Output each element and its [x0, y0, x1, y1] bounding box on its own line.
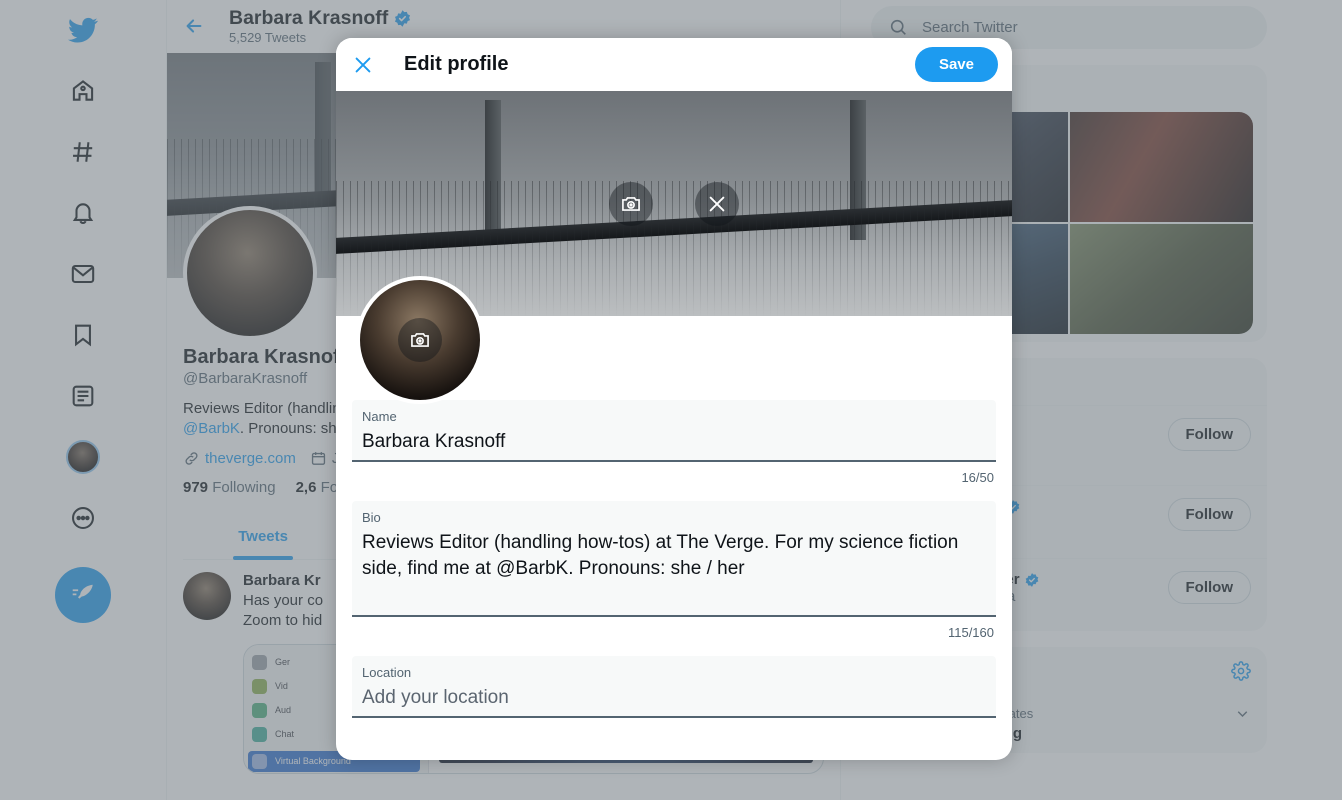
calendar-icon: [310, 450, 327, 467]
gear-icon: [1231, 661, 1251, 681]
tab-tweets[interactable]: Tweets: [183, 512, 343, 559]
profile-avatar[interactable]: [183, 206, 317, 340]
link-icon: [183, 450, 200, 467]
twitter-app: Barbara Krasnoff 5,529 Tweets Barbara Kr…: [0, 0, 1342, 800]
twitter-logo-icon[interactable]: [57, 4, 109, 56]
location-field[interactable]: Location Add your location: [352, 656, 996, 718]
tweet-text-line1: Has your co: [243, 592, 323, 609]
bio-character-counter: 115/160: [352, 617, 996, 640]
bio-field-label: Bio: [362, 509, 986, 527]
left-navigation: [0, 0, 166, 800]
followers-count: 2,6: [296, 479, 317, 496]
sidebar-item-explore[interactable]: [57, 126, 109, 178]
camera-plus-icon[interactable]: [609, 182, 653, 226]
media-thumbnail[interactable]: [1070, 112, 1253, 222]
edit-profile-modal: Edit profile Save Name: [336, 38, 1012, 760]
verified-badge-icon: [1024, 572, 1040, 588]
bio-field-value[interactable]: Reviews Editor (handling how-tos) at The…: [362, 527, 986, 580]
save-button[interactable]: Save: [915, 47, 998, 82]
sidebar-item-bookmarks[interactable]: [57, 309, 109, 361]
chat-icon: [252, 727, 267, 742]
location-field-value[interactable]: Add your location: [362, 682, 986, 710]
back-arrow-icon[interactable]: [183, 15, 207, 39]
following-count: 979: [183, 479, 208, 496]
sidebar-item-home[interactable]: [57, 65, 109, 117]
audio-icon: [252, 703, 267, 718]
page-title: Barbara Krasnoff: [229, 8, 388, 29]
name-character-counter: 16/50: [352, 462, 996, 485]
modal-title: Edit profile: [404, 53, 885, 76]
sidebar-item-lists[interactable]: [57, 370, 109, 422]
follow-button[interactable]: Follow: [1168, 571, 1252, 604]
sidebar-item-notifications[interactable]: [57, 187, 109, 239]
website-link[interactable]: theverge.com: [183, 450, 296, 467]
avatar-camera-plus-icon[interactable]: [398, 318, 442, 362]
tweet-avatar: [183, 572, 231, 620]
follow-button[interactable]: Follow: [1168, 498, 1252, 531]
tweet-text-line2: Zoom to hid: [243, 612, 322, 629]
following-label: Following: [212, 479, 275, 496]
search-icon: [889, 18, 908, 37]
virtual-background-icon: [252, 754, 267, 769]
video-icon: [252, 679, 267, 694]
modal-header: Edit profile Save: [336, 38, 1012, 91]
search-placeholder: Search Twitter: [922, 19, 1018, 36]
bio-mention-link[interactable]: @BarbK: [183, 420, 240, 437]
following-stat[interactable]: 979 Following: [183, 479, 276, 496]
chevron-down-icon: [1234, 705, 1251, 722]
media-thumbnail[interactable]: [1070, 224, 1253, 334]
name-field-label: Name: [362, 408, 986, 426]
profile-name: Barbara Krasnoff: [183, 346, 346, 369]
verified-badge-icon: [393, 9, 412, 28]
avatar-editor: [356, 276, 484, 404]
sidebar-item-profile[interactable]: [57, 431, 109, 483]
close-icon[interactable]: [352, 54, 374, 76]
name-field-value[interactable]: Barbara Krasnoff: [362, 426, 986, 454]
sidebar-item-messages[interactable]: [57, 248, 109, 300]
bio-field[interactable]: Bio Reviews Editor (handling how-tos) at…: [352, 501, 996, 616]
name-field[interactable]: Name Barbara Krasnoff: [352, 400, 996, 462]
general-icon: [252, 655, 267, 670]
follow-button[interactable]: Follow: [1168, 418, 1252, 451]
website-label: theverge.com: [205, 450, 296, 467]
remove-banner-close-icon[interactable]: [695, 182, 739, 226]
sidebar-item-more[interactable]: [57, 492, 109, 544]
location-field-label: Location: [362, 664, 986, 682]
compose-tweet-button[interactable]: [55, 567, 111, 623]
avatar: [66, 440, 100, 474]
